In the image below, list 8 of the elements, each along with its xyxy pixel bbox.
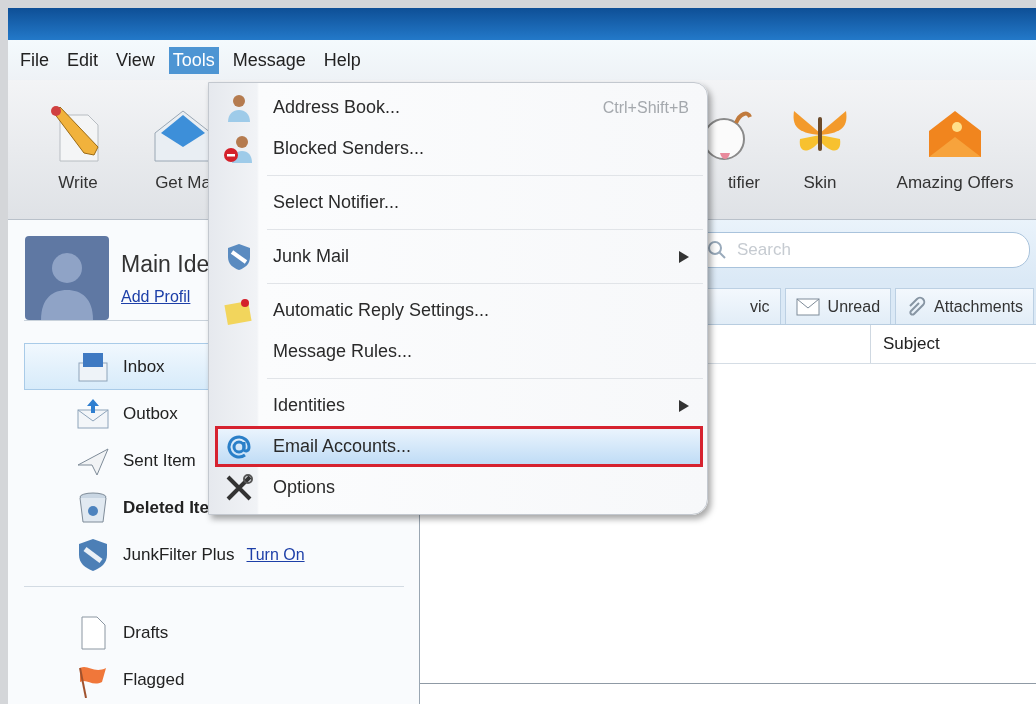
folder-name: Sent Item	[123, 450, 196, 471]
folder-name: Drafts	[123, 622, 169, 643]
folder-name: JunkFilter Plus	[123, 544, 235, 565]
identity-name: Main Ide	[121, 250, 210, 278]
folder-name: Inbox	[123, 356, 165, 377]
folder-name: Deleted Ite	[123, 497, 209, 518]
folder-name: Flagged	[123, 669, 185, 690]
folder-name: Outbox	[123, 403, 178, 424]
